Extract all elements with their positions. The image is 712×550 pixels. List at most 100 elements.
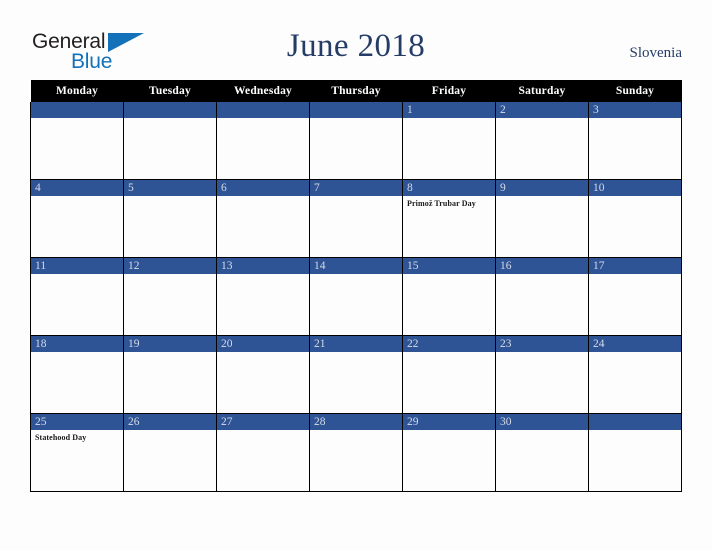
calendar-day-cell[interactable]: 14 [309, 257, 403, 336]
calendar-day-cell[interactable]: 25 Statehood Day [30, 413, 124, 492]
calendar-week-row: 11 12 13 14 15 16 17 [30, 257, 682, 336]
day-number: 23 [496, 336, 588, 352]
weekday-header-thursday: Thursday [309, 80, 403, 102]
day-number: 24 [589, 336, 681, 352]
day-cell-inner [217, 102, 309, 179]
day-number: 5 [124, 180, 216, 196]
calendar-day-cell[interactable]: 27 [216, 413, 310, 492]
calendar-week-row: 4 5 6 7 8 Primož Trubar Day 9 10 [30, 179, 682, 258]
calendar-day-cell[interactable]: 16 [495, 257, 589, 336]
calendar-day-cell[interactable] [588, 413, 682, 492]
day-events [496, 118, 588, 121]
calendar-day-cell[interactable]: 8 Primož Trubar Day [402, 179, 496, 258]
calendar-day-cell[interactable]: 12 [123, 257, 217, 336]
day-cell-inner: 18 [31, 336, 123, 413]
day-number [31, 102, 123, 118]
day-cell-inner: 3 [589, 102, 681, 179]
day-number: 18 [31, 336, 123, 352]
day-events [31, 274, 123, 277]
day-number: 6 [217, 180, 309, 196]
calendar-day-cell[interactable] [30, 102, 124, 180]
day-events [589, 196, 681, 199]
day-cell-inner: 24 [589, 336, 681, 413]
day-events [217, 352, 309, 355]
weekday-header-friday: Friday [402, 80, 496, 102]
calendar-week-row: 18 19 20 21 22 23 24 [30, 335, 682, 414]
calendar-day-cell[interactable]: 4 [30, 179, 124, 258]
calendar-day-cell[interactable]: 21 [309, 335, 403, 414]
calendar-day-cell[interactable]: 18 [30, 335, 124, 414]
day-cell-inner: 5 [124, 180, 216, 257]
day-cell-inner: 27 [217, 414, 309, 491]
day-cell-inner [31, 102, 123, 179]
day-number: 28 [310, 414, 402, 430]
calendar-day-cell[interactable]: 23 [495, 335, 589, 414]
day-number: 11 [31, 258, 123, 274]
day-number: 16 [496, 258, 588, 274]
day-cell-inner: 12 [124, 258, 216, 335]
day-cell-inner: 21 [310, 336, 402, 413]
calendar-day-cell[interactable]: 1 [402, 102, 496, 180]
day-events [403, 274, 495, 277]
day-events [217, 430, 309, 433]
day-events [310, 430, 402, 433]
day-cell-inner: 4 [31, 180, 123, 257]
day-cell-inner [124, 102, 216, 179]
day-events [217, 118, 309, 121]
calendar-day-cell[interactable]: 24 [588, 335, 682, 414]
day-cell-inner: 13 [217, 258, 309, 335]
calendar-day-cell[interactable]: 11 [30, 257, 124, 336]
calendar-day-cell[interactable] [216, 102, 310, 180]
calendar-day-cell[interactable]: 7 [309, 179, 403, 258]
day-cell-inner: 6 [217, 180, 309, 257]
day-number: 8 [403, 180, 495, 196]
day-number: 4 [31, 180, 123, 196]
day-number: 1 [403, 102, 495, 118]
country-label: Slovenia [629, 45, 683, 61]
calendar-day-cell[interactable]: 15 [402, 257, 496, 336]
day-events [589, 352, 681, 355]
calendar-day-cell[interactable]: 17 [588, 257, 682, 336]
day-events [310, 196, 402, 199]
calendar-day-cell[interactable]: 2 [495, 102, 589, 180]
day-number: 29 [403, 414, 495, 430]
calendar-day-cell[interactable]: 19 [123, 335, 217, 414]
day-number [217, 102, 309, 118]
calendar-day-cell[interactable]: 5 [123, 179, 217, 258]
calendar-day-cell[interactable]: 30 [495, 413, 589, 492]
calendar-grid: Monday Tuesday Wednesday Thursday Friday Satu… [30, 80, 682, 492]
day-number: 20 [217, 336, 309, 352]
calendar-week-row: 123 [30, 102, 682, 180]
day-number: 21 [310, 336, 402, 352]
day-events [124, 430, 216, 433]
calendar-day-cell[interactable]: 3 [588, 102, 682, 180]
day-cell-inner: 7 [310, 180, 402, 257]
calendar-day-cell[interactable] [309, 102, 403, 180]
calendar-table: Monday Tuesday Wednesday Thursday Friday Satu… [30, 80, 682, 492]
day-number: 22 [403, 336, 495, 352]
calendar-day-cell[interactable]: 10 [588, 179, 682, 258]
day-events [496, 430, 588, 433]
calendar-day-cell[interactable]: 6 [216, 179, 310, 258]
weekday-header-tuesday: Tuesday [123, 80, 217, 102]
calendar-day-cell[interactable]: 13 [216, 257, 310, 336]
day-number: 7 [310, 180, 402, 196]
day-events [403, 118, 495, 121]
calendar-day-cell[interactable]: 26 [123, 413, 217, 492]
calendar-day-cell[interactable]: 29 [402, 413, 496, 492]
day-events [496, 196, 588, 199]
day-cell-inner: 20 [217, 336, 309, 413]
day-cell-inner: 8 Primož Trubar Day [403, 180, 495, 257]
day-number: 9 [496, 180, 588, 196]
day-cell-inner: 14 [310, 258, 402, 335]
weekday-header-monday: Monday [30, 80, 124, 102]
calendar-day-cell[interactable]: 28 [309, 413, 403, 492]
calendar-day-cell[interactable]: 22 [402, 335, 496, 414]
day-cell-inner [589, 414, 681, 491]
day-number [124, 102, 216, 118]
calendar-day-cell[interactable]: 9 [495, 179, 589, 258]
weekday-header-sunday: Sunday [588, 80, 682, 102]
calendar-day-cell[interactable] [123, 102, 217, 180]
calendar-day-cell[interactable]: 20 [216, 335, 310, 414]
day-events: Statehood Day [31, 430, 123, 443]
